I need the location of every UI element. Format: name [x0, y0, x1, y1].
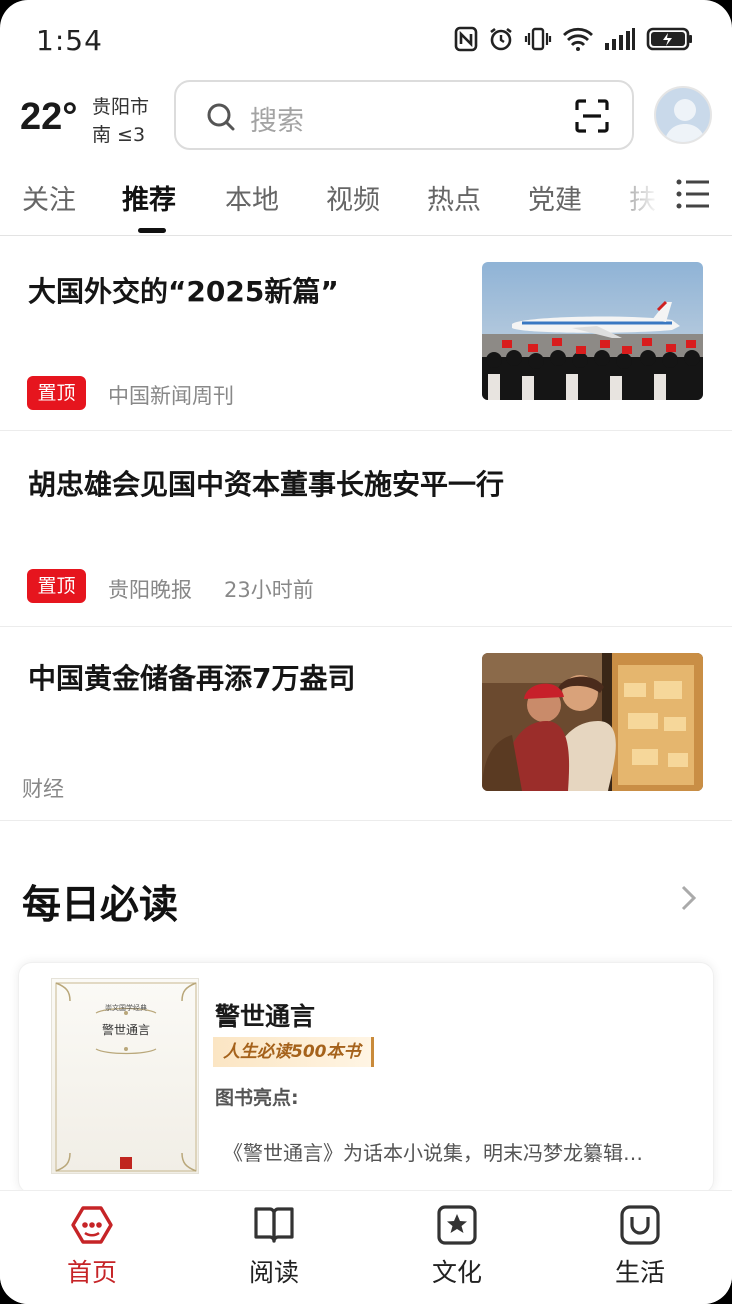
culture-icon: [437, 1205, 477, 1245]
wifi-icon: [563, 27, 593, 51]
book-card[interactable]: 崇文国学经典 警世通言 警世通言 人生必读500本书 图书亮点: 《警世通言》为…: [18, 962, 714, 1194]
news-source: 贵阳晚报: [108, 578, 192, 602]
weather-widget[interactable]: 22° 贵阳市 南 ≤3: [20, 88, 160, 150]
news-title: 中国黄金储备再添7万盎司: [28, 662, 356, 695]
nav-label: 生活: [614, 1258, 665, 1287]
publisher-stamp: [120, 1157, 132, 1169]
book-cover-series: 崇文国学经典: [105, 1004, 147, 1012]
news-thumbnail: [482, 653, 703, 791]
nav-label: 阅读: [248, 1258, 299, 1287]
book-icon: [254, 1207, 294, 1243]
news-title: 胡忠雄会见国中资本董事长施安平一行: [28, 468, 505, 501]
vibrate-icon: [524, 27, 552, 51]
news-item[interactable]: 中国黄金储备再添7万盎司 财经: [0, 627, 732, 821]
scan-icon[interactable]: [574, 98, 610, 134]
daily-section-title: 每日必读: [22, 883, 179, 928]
tabs-fade: [600, 158, 732, 234]
tab-follow[interactable]: 关注: [22, 178, 76, 217]
tab-party[interactable]: 党建: [528, 178, 582, 217]
channel-tabs: 关注 推荐 本地 视频 热点 党建 扶: [0, 158, 732, 236]
signal-icon: [605, 28, 635, 50]
weather-city: 贵阳市: [92, 96, 150, 118]
user-icon: [664, 99, 706, 142]
active-tab-indicator: [138, 228, 166, 233]
news-item[interactable]: 胡忠雄会见国中资本董事长施安平一行 置顶 贵阳晚报 23小时前: [0, 431, 732, 627]
news-thumbnail: [482, 262, 703, 400]
status-bar: 1:54: [0, 0, 732, 80]
book-description: 《警世通言》为话本小说集，明末冯梦龙纂辑…: [223, 1141, 643, 1165]
home-icon: [71, 1206, 113, 1244]
avatar[interactable]: [654, 86, 712, 144]
nav-reading[interactable]: 阅读: [214, 1203, 334, 1289]
weather-wind: 南 ≤3: [92, 124, 146, 146]
book-tag: 人生必读500本书: [213, 1037, 374, 1067]
tab-recommend[interactable]: 推荐: [122, 178, 176, 217]
news-time: 23小时前: [224, 578, 314, 602]
news-source: 财经: [22, 777, 64, 801]
nav-culture[interactable]: 文化: [397, 1203, 517, 1289]
book-cover: 崇文国学经典 警世通言: [51, 978, 199, 1174]
news-item[interactable]: 大国外交的“2025新篇” 置顶 中国新闻周刊: [0, 236, 732, 431]
status-icons: [454, 26, 694, 52]
tab-video[interactable]: 视频: [326, 178, 380, 217]
search-bar[interactable]: 搜索: [174, 80, 634, 150]
channel-menu-icon[interactable]: [676, 178, 710, 210]
news-title: 大国外交的“2025新篇”: [28, 275, 339, 308]
nav-label: 文化: [431, 1258, 482, 1287]
weather-temperature: 22°: [20, 96, 78, 138]
nav-label: 首页: [66, 1258, 117, 1287]
phone-screen: 1:54 22° 贵阳市 南 ≤3 搜索 关注 推荐 本地 视频 热点 党建 大…: [0, 0, 732, 1304]
nav-home[interactable]: 首页: [32, 1203, 152, 1289]
tab-hot[interactable]: 热点: [427, 178, 481, 217]
pinned-badge: 置顶: [27, 569, 86, 603]
book-title: 警世通言: [215, 1002, 316, 1031]
life-icon: [620, 1205, 660, 1245]
book-cover-title: 警世通言: [101, 1023, 150, 1037]
battery-icon: [646, 27, 692, 51]
alarm-icon: [490, 27, 512, 51]
nfc-icon: [454, 26, 478, 52]
book-highlight-label: 图书亮点:: [215, 1087, 299, 1109]
search-placeholder: 搜索: [250, 106, 304, 137]
news-source: 中国新闻周刊: [108, 384, 234, 408]
bottom-navigation: 首页 阅读 文化 生活: [0, 1190, 732, 1304]
tab-local[interactable]: 本地: [225, 178, 279, 217]
chevron-right-icon[interactable]: [676, 884, 700, 912]
nav-life[interactable]: 生活: [580, 1203, 700, 1289]
pinned-badge: 置顶: [27, 376, 86, 410]
status-time: 1:54: [36, 24, 103, 57]
search-icon: [207, 103, 235, 131]
